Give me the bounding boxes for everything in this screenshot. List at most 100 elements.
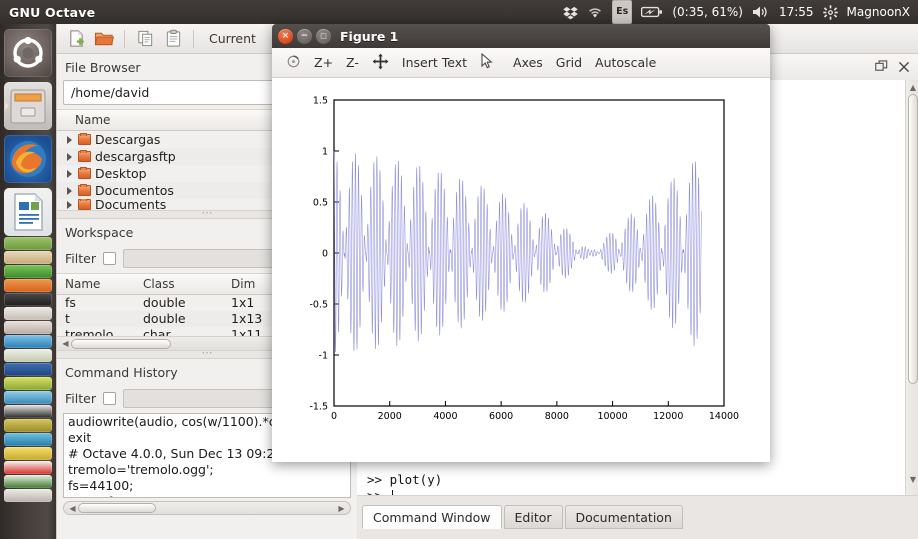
- waveform-line: [334, 151, 702, 352]
- tab-editor[interactable]: Editor: [504, 505, 563, 529]
- launcher-stack-item[interactable]: [4, 405, 52, 418]
- history-item[interactable]: tremolo='tremolo.ogg';: [64, 462, 350, 478]
- figure-titlebar[interactable]: × − □ Figure 1: [272, 24, 770, 48]
- active-app-title: GNU Octave: [0, 5, 95, 20]
- figure-window: × − □ Figure 1 Z+ Z-: [272, 24, 770, 462]
- expand-triangle-icon[interactable]: [67, 170, 72, 178]
- launcher-stack-item[interactable]: [4, 251, 52, 264]
- insert-text-button[interactable]: Insert Text: [397, 53, 472, 72]
- scroll-left-icon[interactable]: ◀: [60, 339, 71, 348]
- launcher-stack-item[interactable]: [4, 363, 52, 376]
- list-item-label: descargasftp: [95, 149, 176, 164]
- zoom-in-button[interactable]: Z+: [309, 53, 338, 72]
- svg-text:-0.5: -0.5: [309, 299, 328, 310]
- cell-class: char: [135, 327, 223, 336]
- new-script-icon[interactable]: [63, 27, 89, 51]
- select-cursor-icon[interactable]: [475, 51, 499, 74]
- workspace-col-class: Class: [135, 277, 223, 291]
- svg-text:0.5: 0.5: [313, 197, 328, 208]
- dropbox-icon[interactable]: [563, 0, 578, 24]
- launcher-stack-item[interactable]: [4, 447, 52, 460]
- svg-text:-1: -1: [319, 350, 328, 361]
- tab-command-window[interactable]: Command Window: [362, 505, 502, 529]
- unity-launcher: [0, 24, 56, 539]
- launcher-stack-item[interactable]: [4, 335, 52, 348]
- battery-status-label: (0:35, 61%): [672, 0, 743, 24]
- undock-icon[interactable]: [875, 58, 888, 77]
- copy-icon[interactable]: [132, 27, 158, 51]
- scrollbar-thumb[interactable]: [71, 339, 171, 349]
- expand-triangle-icon[interactable]: [67, 153, 72, 161]
- wifi-icon[interactable]: [587, 0, 603, 24]
- desktop-screen: GNU Octave Es (0:35, 61%): [0, 0, 918, 539]
- axes-button[interactable]: Axes: [508, 53, 548, 72]
- svg-text:6000: 6000: [489, 411, 513, 422]
- launcher-stack-item[interactable]: [4, 475, 52, 488]
- close-icon[interactable]: [898, 58, 910, 77]
- clock-indicator[interactable]: 17:55: [779, 0, 814, 24]
- cell-name: t: [57, 311, 135, 327]
- pan-icon[interactable]: [367, 51, 394, 75]
- scroll-up-icon[interactable]: ▲: [906, 80, 918, 94]
- keyboard-layout-indicator[interactable]: Es: [612, 0, 632, 24]
- workspace-filter-checkbox[interactable]: [103, 252, 116, 265]
- launcher-stack-item[interactable]: [4, 349, 52, 362]
- figure-toolbar: Z+ Z- Insert Text Axes Grid Autoscale: [272, 48, 770, 78]
- launcher-stack-item[interactable]: [4, 265, 52, 278]
- launcher-stack-item[interactable]: [4, 307, 52, 320]
- window-close-button[interactable]: ×: [278, 29, 293, 44]
- launcher-stack-item[interactable]: [4, 293, 52, 306]
- dash-home-icon[interactable]: [4, 29, 52, 77]
- launcher-stack-item[interactable]: [4, 489, 52, 502]
- plot-svg: 02000400060008000100001200014000-1.5-1-0…: [272, 78, 770, 462]
- figure-plot-canvas[interactable]: 02000400060008000100001200014000-1.5-1-0…: [272, 78, 770, 462]
- svg-text:2000: 2000: [378, 411, 402, 422]
- toolbar-separator: [193, 30, 194, 48]
- file-browser-column-name: Name: [57, 113, 110, 127]
- expand-triangle-icon[interactable]: [67, 187, 72, 195]
- libreoffice-writer-icon[interactable]: [4, 188, 52, 236]
- expand-triangle-icon[interactable]: [67, 201, 72, 209]
- history-filter-checkbox[interactable]: [103, 392, 116, 405]
- bottom-tab-bar: Command Window Editor Documentation: [357, 495, 918, 539]
- launcher-stack-item[interactable]: [4, 377, 52, 390]
- scrollbar-thumb[interactable]: [908, 94, 918, 384]
- launcher-stack-item[interactable]: [4, 419, 52, 432]
- user-menu[interactable]: MagnoonX: [847, 0, 910, 24]
- folder-icon: [78, 185, 91, 196]
- launcher-stack-item[interactable]: [4, 461, 52, 474]
- grid-button[interactable]: Grid: [551, 53, 587, 72]
- launcher-stack-item[interactable]: [4, 237, 52, 250]
- list-item-label: Documentos: [95, 183, 174, 198]
- history-item[interactable]: t=0:1/fs:10;: [64, 494, 350, 498]
- session-gear-icon[interactable]: [823, 0, 838, 24]
- command-history-hscrollbar[interactable]: ◀ ▶: [63, 501, 351, 515]
- scroll-left-icon[interactable]: ◀: [67, 504, 78, 513]
- launcher-stack-item[interactable]: [4, 321, 52, 334]
- window-maximize-button[interactable]: □: [316, 29, 331, 44]
- history-item[interactable]: fs=44100;: [64, 478, 350, 494]
- indicator-area: Es (0:35, 61%) 17:55: [563, 0, 918, 24]
- tab-documentation[interactable]: Documentation: [565, 505, 683, 529]
- paste-icon[interactable]: [160, 27, 186, 51]
- battery-icon[interactable]: [641, 0, 663, 24]
- scroll-down-icon[interactable]: ▼: [906, 472, 918, 486]
- volume-icon[interactable]: [752, 0, 770, 24]
- zoom-out-button[interactable]: Z-: [341, 53, 364, 72]
- launcher-stack-item[interactable]: [4, 391, 52, 404]
- launcher-stack-item[interactable]: [4, 279, 52, 292]
- rotate-icon[interactable]: [281, 52, 306, 74]
- open-folder-icon[interactable]: [91, 27, 117, 51]
- svg-text:14000: 14000: [709, 411, 739, 422]
- autoscale-button[interactable]: Autoscale: [590, 53, 661, 72]
- list-item-label: Desktop: [95, 166, 147, 181]
- scrollbar-thumb[interactable]: [78, 503, 156, 513]
- scroll-right-icon[interactable]: ▶: [336, 504, 347, 513]
- command-window-vscrollbar[interactable]: ▲ ▼: [905, 80, 918, 500]
- files-icon[interactable]: [4, 82, 52, 130]
- launcher-stack-item[interactable]: [4, 433, 52, 446]
- workspace-col-name: Name: [57, 277, 135, 291]
- firefox-icon[interactable]: [4, 135, 52, 183]
- expand-triangle-icon[interactable]: [67, 136, 72, 144]
- window-minimize-button[interactable]: −: [297, 29, 312, 44]
